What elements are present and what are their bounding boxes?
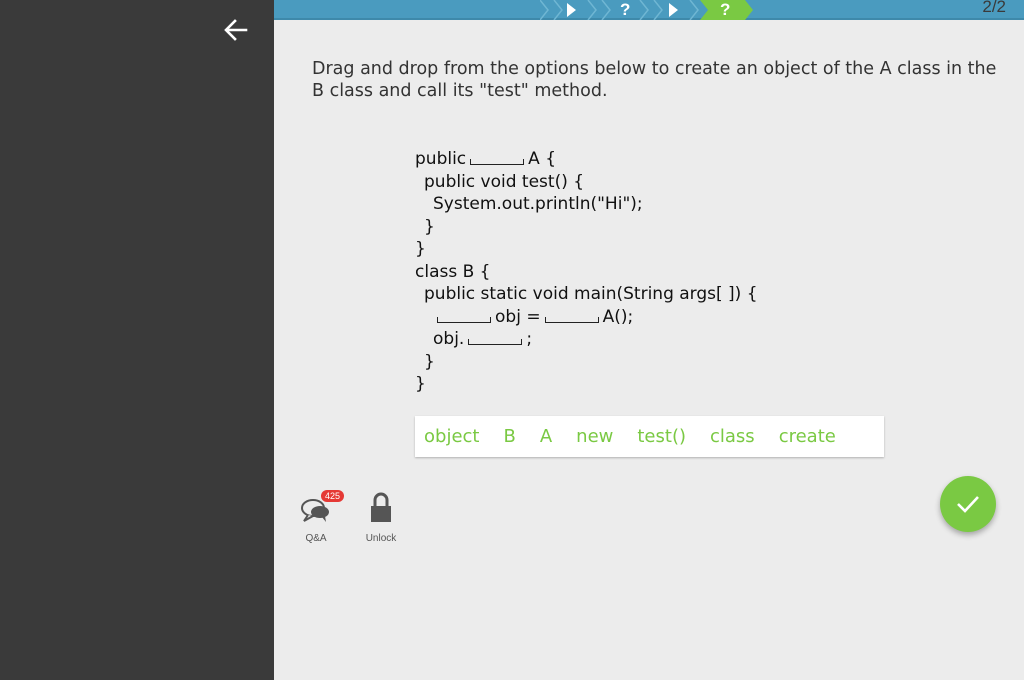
drop-blank[interactable] <box>437 316 491 323</box>
code-text: obj = <box>495 306 541 327</box>
code-text: } <box>424 351 435 372</box>
code-text: } <box>424 216 435 237</box>
drop-blank[interactable] <box>468 339 523 345</box>
play-icon <box>669 3 678 17</box>
options-bar: object B A new test() class create <box>415 416 884 457</box>
code-text: A { <box>528 149 557 169</box>
progress-steps: ? ? <box>540 0 753 20</box>
qa-button[interactable]: 425 Q&A <box>291 490 345 544</box>
code-text: } <box>415 374 426 394</box>
code-block: public A { public void test() { System.ou… <box>415 148 875 396</box>
code-text: System.out.println("Hi"); <box>433 194 643 214</box>
unlock-button[interactable]: Unlock <box>356 490 406 544</box>
sidebar <box>0 0 274 680</box>
option-a[interactable]: A <box>540 426 552 447</box>
option-object[interactable]: object <box>424 426 479 447</box>
page-counter: 2/2 <box>982 0 1006 16</box>
code-text: public <box>415 149 467 169</box>
code-text: A(); <box>602 306 634 327</box>
instruction-text: Drag and drop from the options below to … <box>312 59 997 101</box>
code-text: obj. <box>433 329 465 349</box>
code-text: class B { <box>415 261 491 282</box>
back-arrow-icon[interactable] <box>218 12 254 48</box>
checkmark-icon <box>957 496 979 513</box>
qa-count-badge: 425 <box>321 490 345 502</box>
qa-label: Q&A <box>305 533 327 544</box>
lock-icon <box>371 492 391 522</box>
drop-blank[interactable] <box>470 159 525 165</box>
submit-check-button[interactable] <box>940 476 996 532</box>
option-test[interactable]: test() <box>637 426 686 447</box>
code-text: ; <box>526 329 533 349</box>
question-icon: ? <box>720 0 730 19</box>
option-create[interactable]: create <box>779 426 836 447</box>
drop-blank[interactable] <box>544 316 599 323</box>
unlock-label: Unlock <box>365 533 397 544</box>
code-text: } <box>415 239 426 259</box>
question-icon: ? <box>620 0 630 19</box>
option-class[interactable]: class <box>710 426 755 447</box>
progress-bar: ? ? 2/2 <box>274 0 1024 20</box>
play-icon <box>567 3 576 17</box>
main-panel: ? ? 2/2 Drag and drop from the options b… <box>274 0 1024 680</box>
option-b[interactable]: B <box>503 426 515 447</box>
code-text: public static void main(String args[ ]) … <box>424 284 758 304</box>
code-text: public void test() { <box>424 171 585 192</box>
option-new[interactable]: new <box>576 426 613 447</box>
